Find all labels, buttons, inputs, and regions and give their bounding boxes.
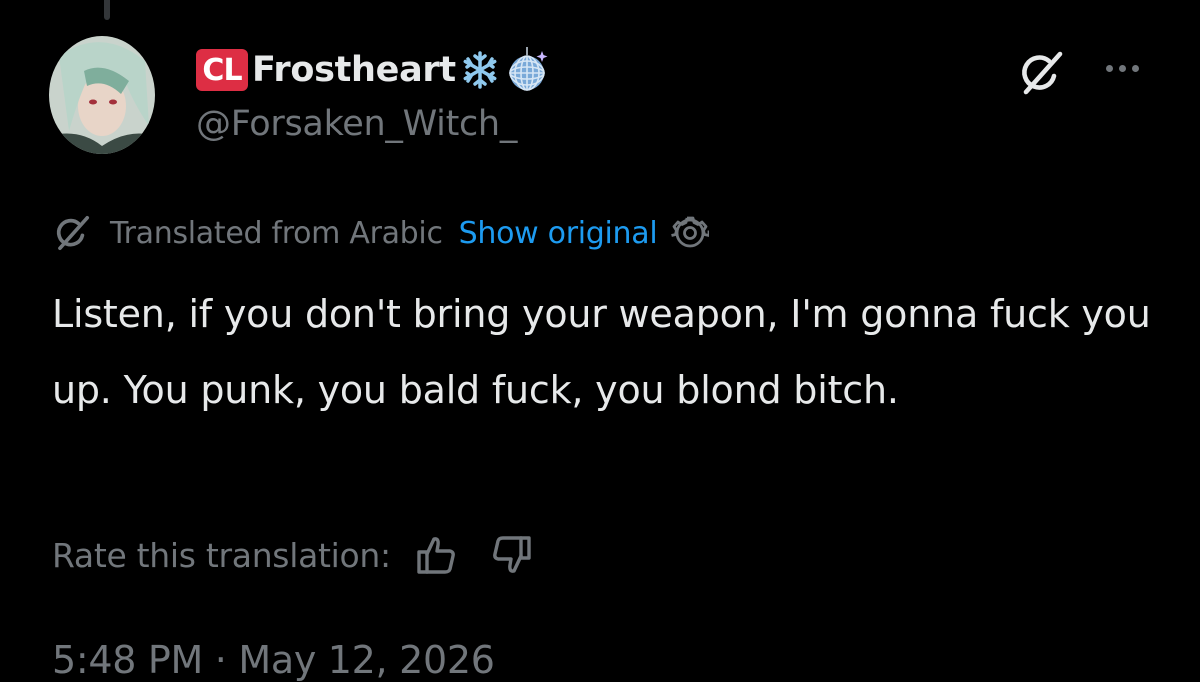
- display-name-row[interactable]: CL Frostheart: [196, 45, 550, 95]
- avatar[interactable]: [49, 36, 155, 154]
- thread-connector-line: [104, 0, 110, 20]
- thumbs-down-icon[interactable]: [491, 534, 533, 576]
- snowflake-emoji: [460, 50, 500, 90]
- cl-badge: CL: [196, 49, 248, 91]
- disco-ball-emoji: [504, 47, 550, 93]
- tweet-timestamp[interactable]: 5:48 PM · May 12, 2026: [52, 638, 495, 682]
- display-name[interactable]: Frostheart: [252, 50, 456, 90]
- grok-translate-icon: [52, 213, 92, 253]
- more-options-button[interactable]: [1092, 46, 1152, 90]
- gear-icon[interactable]: [671, 214, 710, 252]
- translation-notice: Translated from Arabic Show original: [52, 210, 710, 256]
- user-handle[interactable]: @Forsaken_Witch_: [196, 104, 517, 144]
- rate-translation-row: Rate this translation:: [52, 530, 533, 580]
- more-horizontal-icon: [1105, 64, 1113, 72]
- rate-translation-label: Rate this translation:: [52, 535, 391, 575]
- grok-icon[interactable]: [1008, 40, 1074, 106]
- thumbs-up-icon[interactable]: [415, 534, 457, 576]
- tweet-text: Listen, if you don't bring your weapon, …: [52, 292, 1163, 412]
- show-original-link[interactable]: Show original: [459, 216, 658, 251]
- translated-from-label: Translated from Arabic: [110, 215, 443, 251]
